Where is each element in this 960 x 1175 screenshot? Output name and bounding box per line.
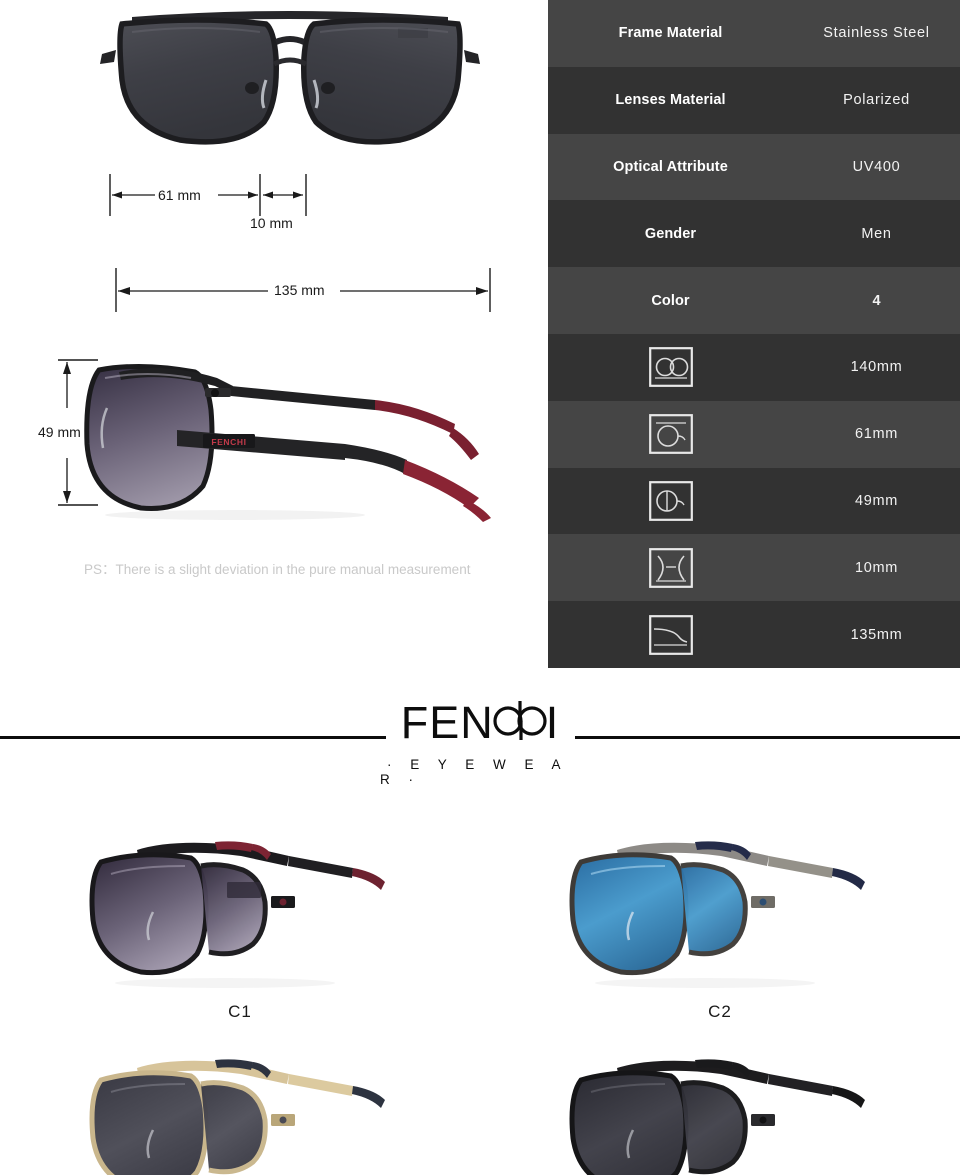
color-variant-c3[interactable] — [0, 1038, 480, 1175]
table-row: Lenses Material Polarized — [548, 66, 960, 134]
sunglasses-image-c1 — [0, 820, 480, 995]
color-label-c2: C2 — [708, 1002, 732, 1021]
brand-tagline: · E Y E W E A R · — [380, 757, 568, 787]
brand-logo-band: FEN I · E Y E W E A R · — [0, 688, 960, 798]
table-row: Frame Material Stainless Steel — [548, 0, 960, 67]
spec-key: Color — [651, 292, 690, 309]
spec-value: Stainless Steel — [823, 25, 930, 42]
divider-right — [575, 736, 960, 739]
table-row: Optical Attribute UV400 — [548, 133, 960, 201]
lens-and-bridge-dimension-marks: 61 mm 10 mm — [100, 170, 320, 236]
bridge-width-icon — [548, 547, 793, 588]
product-detail-page: 61 mm 10 mm 135 mm 49 mm FENCHI PS：There… — [0, 0, 960, 1175]
table-row: 135mm — [548, 601, 960, 668]
spec-value: 10mm — [854, 559, 899, 576]
bridge-width-label: 10 mm — [250, 215, 293, 231]
dimensions-and-specs-section: 61 mm 10 mm 135 mm 49 mm FENCHI PS：There… — [0, 0, 960, 670]
sunglasses-image-c3 — [0, 1038, 480, 1175]
measurement-deviation-note: PS：There is a slight deviation in the pu… — [84, 562, 471, 577]
lens-width-icon — [548, 414, 793, 455]
glasses-monogram-icon — [492, 697, 548, 748]
dimension-diagram-panel: 61 mm 10 mm 135 mm 49 mm FENCHI PS：There… — [0, 0, 548, 670]
frame-width-dimension-mark: 135 mm — [110, 268, 498, 318]
spec-value: 135mm — [850, 626, 903, 643]
frame-width-icon — [548, 347, 793, 388]
spec-value: 140mm — [850, 359, 903, 376]
color-variant-c1[interactable]: C1 — [0, 820, 480, 1038]
spec-key: Optical Attribute — [613, 158, 728, 175]
color-variant-c4[interactable] — [480, 1038, 960, 1175]
lens-width-label: 61 mm — [158, 187, 201, 203]
spec-key: Lenses Material — [615, 92, 726, 109]
spec-value: 61mm — [854, 426, 899, 443]
spec-key: Gender — [644, 225, 697, 242]
specification-table: Frame Material Stainless Steel Lenses Ma… — [548, 0, 960, 668]
table-row: 140mm — [548, 333, 960, 401]
sunglasses-front-view-image — [88, 2, 492, 160]
brand-name-part1: FEN — [400, 697, 494, 748]
table-row: 10mm — [548, 534, 960, 602]
svg-text:FENCHI: FENCHI — [211, 437, 246, 447]
table-row: 49mm — [548, 467, 960, 535]
color-variant-grid: C1 C2 — [0, 820, 960, 1175]
divider-left — [0, 736, 386, 739]
brand-logo: FEN I · E Y E W E A R · — [380, 696, 580, 788]
color-variant-c2[interactable]: C2 — [480, 820, 960, 1038]
table-row: Color 4 — [548, 267, 960, 334]
table-row: 61mm — [548, 400, 960, 468]
lens-height-icon — [548, 481, 793, 521]
spec-value: Men — [861, 225, 892, 242]
spec-key: Frame Material — [618, 25, 723, 42]
sunglasses-image-c4 — [480, 1038, 960, 1175]
sunglasses-image-c2 — [480, 820, 960, 995]
spec-value: Polarized — [843, 92, 910, 109]
spec-value: UV400 — [852, 158, 901, 175]
table-row: Gender Men — [548, 200, 960, 268]
color-label-c1: C1 — [228, 1002, 252, 1021]
spec-value: 4 — [872, 292, 881, 309]
spec-value: 49mm — [854, 492, 899, 509]
temple-length-icon — [548, 614, 793, 655]
brand-wordmark: FEN I — [401, 697, 560, 748]
sunglasses-side-view-image: FENCHI — [55, 348, 495, 523]
frame-width-label: 135 mm — [274, 282, 325, 298]
brand-name-part2: I — [545, 697, 560, 748]
